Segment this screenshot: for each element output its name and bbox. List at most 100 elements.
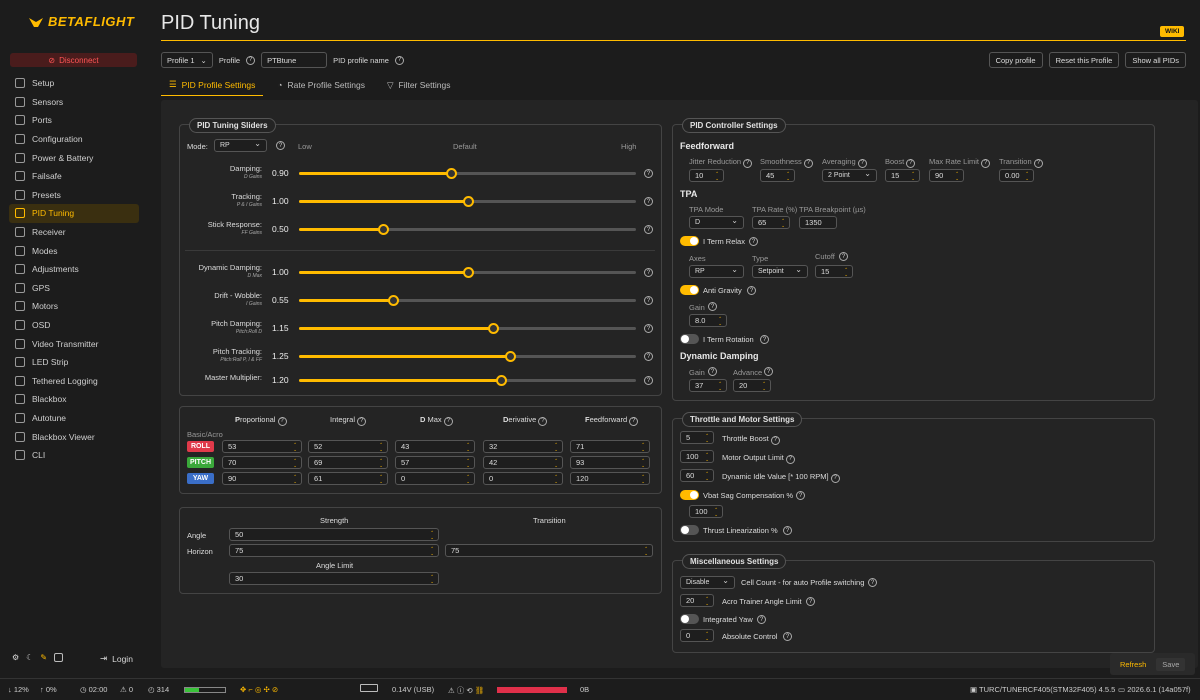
cell-count-select[interactable]: Disable <box>680 576 735 589</box>
help-icon[interactable]: ? <box>277 416 287 426</box>
sidebar-item-motors[interactable]: Motors <box>9 297 139 316</box>
absolute-control-input[interactable]: 0 ⌃ ⌄ <box>680 629 714 642</box>
slider-handle[interactable] <box>487 323 499 334</box>
slider-track[interactable] <box>299 267 636 278</box>
pid-input-pitch[interactable]: 69 ⌃ ⌄ <box>308 456 388 469</box>
show-all-pids-button[interactable]: Show all PIDs <box>1125 52 1186 68</box>
spinner-icon[interactable]: ⌃ ⌄ <box>293 442 297 452</box>
iterm-rotation-toggle[interactable] <box>680 334 699 344</box>
help-icon[interactable]: ? <box>644 376 653 385</box>
axes-select[interactable]: RP <box>689 265 744 278</box>
throttle-input[interactable]: 5 ⌃ ⌄ <box>680 431 714 444</box>
sidebar-item-osd[interactable]: OSD <box>9 316 139 335</box>
pid-input-yaw[interactable]: 120 ⌃ ⌄ <box>570 472 650 485</box>
spinner-icon[interactable]: ⌃ ⌄ <box>705 433 709 443</box>
tpa-rate-input[interactable]: 65 ⌃ ⌄ <box>752 216 790 229</box>
spinner-icon[interactable]: ⌃ ⌄ <box>705 631 709 641</box>
pid-input-yaw[interactable]: 0 ⌃ ⌄ <box>395 472 475 485</box>
dd-gain-input[interactable]: 37 ⌃ ⌄ <box>689 379 727 392</box>
help-icon[interactable]: ? <box>276 141 285 150</box>
sidebar-item-sensors[interactable]: Sensors <box>9 93 139 112</box>
anti-gravity-toggle[interactable] <box>680 285 699 295</box>
help-icon[interactable]: ? <box>443 416 453 426</box>
spinner-icon[interactable]: ⌃ ⌄ <box>644 546 648 556</box>
help-icon[interactable]: ? <box>783 526 792 535</box>
sidebar-item-configuration[interactable]: Configuration <box>9 130 139 149</box>
help-icon[interactable]: ? <box>906 158 916 168</box>
help-icon[interactable]: ? <box>803 158 813 168</box>
slider-handle[interactable] <box>388 295 400 306</box>
spinner-icon[interactable]: ⌃ ⌄ <box>293 474 297 484</box>
horizon-transition-input[interactable]: 75 ⌃ ⌄ <box>445 544 653 557</box>
mode-select[interactable]: RP <box>214 139 267 152</box>
spinner-icon[interactable]: ⌃ ⌄ <box>466 474 470 484</box>
sidebar-item-setup[interactable]: Setup <box>9 74 139 93</box>
ff-field-input[interactable]: 0.00 ⌃ ⌄ <box>999 169 1034 182</box>
spinner-icon[interactable]: ⌃ ⌄ <box>554 442 558 452</box>
iterm-relax-toggle[interactable] <box>680 236 699 246</box>
help-icon[interactable]: ? <box>749 237 758 246</box>
help-icon[interactable]: ? <box>857 158 867 168</box>
spinner-icon[interactable]: ⌃ ⌄ <box>641 442 645 452</box>
tpa-mode-select[interactable]: D <box>689 216 744 229</box>
settings-icon[interactable]: ⚙ <box>12 653 19 662</box>
help-icon[interactable]: ? <box>644 324 653 333</box>
spinner-icon[interactable]: ⌃ ⌄ <box>466 442 470 452</box>
help-icon[interactable]: ? <box>644 296 653 305</box>
pid-input-roll[interactable]: 43 ⌃ ⌄ <box>395 440 475 453</box>
sidebar-item-failsafe[interactable]: Failsafe <box>9 167 139 186</box>
sidebar-item-autotune[interactable]: Autotune <box>9 409 139 428</box>
pid-input-yaw[interactable]: 0 ⌃ ⌄ <box>483 472 563 485</box>
slider-track[interactable] <box>299 295 636 306</box>
help-icon[interactable]: ? <box>868 578 877 587</box>
sidebar-item-led-strip[interactable]: LED Strip <box>9 353 139 372</box>
login-button[interactable]: ⇥ Login <box>100 653 133 664</box>
slider-handle[interactable] <box>504 351 516 362</box>
spinner-icon[interactable]: ⌃ ⌄ <box>641 458 645 468</box>
spinner-icon[interactable]: ⌃ ⌄ <box>762 381 766 391</box>
pid-input-yaw[interactable]: 61 ⌃ ⌄ <box>308 472 388 485</box>
spinner-icon[interactable]: ⌃ ⌄ <box>781 218 785 228</box>
spinner-icon[interactable]: ⌃ ⌄ <box>705 471 709 481</box>
help-icon[interactable]: ? <box>246 55 256 65</box>
anti-gravity-gain-input[interactable]: 8.0 ⌃ ⌄ <box>689 314 727 327</box>
spinner-icon[interactable]: ⌃ ⌄ <box>430 530 434 540</box>
sidebar-item-adjustments[interactable]: Adjustments <box>9 260 139 279</box>
ff-field-input[interactable]: 10 ⌃ ⌄ <box>689 169 724 182</box>
help-icon[interactable]: ? <box>764 367 773 376</box>
help-icon[interactable]: ? <box>981 158 991 168</box>
pid-input-roll[interactable]: 52 ⌃ ⌄ <box>308 440 388 453</box>
ff-field-input[interactable]: 2 Point <box>822 169 877 182</box>
help-icon[interactable]: ? <box>796 491 805 500</box>
help-icon[interactable]: ? <box>538 416 548 426</box>
copy-profile-button[interactable]: Copy profile <box>988 52 1043 68</box>
spinner-icon[interactable]: ⌃ ⌄ <box>379 474 383 484</box>
wiki-button[interactable]: WIKI <box>1160 26 1185 37</box>
spinner-icon[interactable]: ⌃ ⌄ <box>844 267 848 277</box>
reset-profile-button[interactable]: Reset this Profile <box>1048 52 1120 68</box>
slider-handle[interactable] <box>462 267 474 278</box>
acro-trainer-input[interactable]: 20 ⌃ ⌄ <box>680 594 714 607</box>
spinner-icon[interactable]: ⌃ ⌄ <box>466 458 470 468</box>
sidebar-item-gps[interactable]: GPS <box>9 279 139 298</box>
thrust-linearization-toggle[interactable] <box>680 525 699 535</box>
slider-track[interactable] <box>299 168 636 179</box>
spinner-icon[interactable]: ⌃ ⌄ <box>641 474 645 484</box>
spinner-icon[interactable]: ⌃ ⌄ <box>718 381 722 391</box>
help-icon[interactable]: ? <box>1033 158 1043 168</box>
tab-pid-profile[interactable]: ☰ PID Profile Settings <box>161 74 264 96</box>
help-icon[interactable]: ? <box>785 454 795 464</box>
spinner-icon[interactable]: ⌃ ⌄ <box>718 316 722 326</box>
help-icon[interactable]: ? <box>760 335 769 344</box>
spinner-icon[interactable]: ⌃ ⌄ <box>379 442 383 452</box>
refresh-button[interactable]: Refresh <box>1114 658 1152 671</box>
spinner-icon[interactable]: ⌃ ⌄ <box>554 458 558 468</box>
cutoff-input[interactable]: 15 ⌃ ⌄ <box>815 265 853 278</box>
spinner-icon[interactable]: ⌃ ⌄ <box>379 458 383 468</box>
sidebar-item-receiver[interactable]: Receiver <box>9 223 139 242</box>
help-icon[interactable]: ? <box>806 597 815 606</box>
spinner-icon[interactable]: ⌃ ⌄ <box>714 507 718 517</box>
slider-handle[interactable] <box>496 375 508 386</box>
sidebar-item-blackbox[interactable]: Blackbox <box>9 390 139 409</box>
slider-handle[interactable] <box>445 168 457 179</box>
